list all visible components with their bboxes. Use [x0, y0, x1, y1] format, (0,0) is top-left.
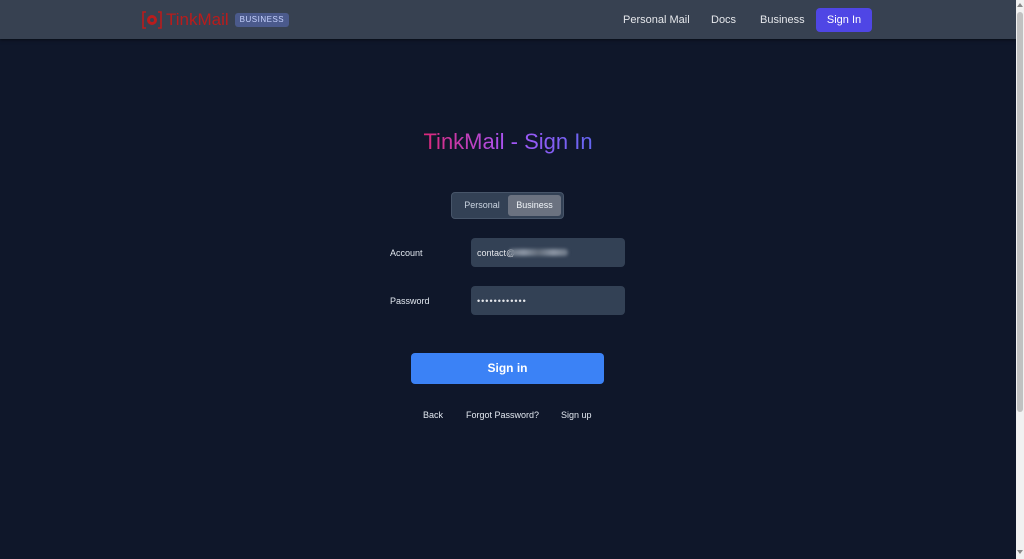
- mail-logo-icon: [142, 11, 162, 29]
- brand-logo[interactable]: TinkMail BUSINESS: [142, 10, 290, 30]
- scroll-down-arrow-icon[interactable]: [1017, 550, 1023, 554]
- page-scrollbar[interactable]: [1016, 0, 1024, 559]
- forgot-password-link[interactable]: Forgot Password?: [466, 409, 539, 421]
- back-link[interactable]: Back: [423, 409, 443, 421]
- toggle-personal[interactable]: Personal: [455, 195, 509, 216]
- business-badge: BUSINESS: [234, 13, 290, 27]
- nav-personal-mail[interactable]: Personal Mail: [623, 8, 690, 32]
- scroll-up-arrow-icon[interactable]: [1017, 3, 1023, 7]
- header-sign-in-button[interactable]: Sign In: [816, 8, 872, 32]
- toggle-business[interactable]: Business: [508, 195, 561, 216]
- scroll-thumb[interactable]: [1017, 12, 1023, 412]
- account-label: Account: [390, 248, 423, 258]
- page-title: TinkMail - Sign In: [423, 129, 593, 154]
- brand-name: TinkMail: [166, 10, 229, 29]
- account-type-toggle: Personal Business: [451, 192, 564, 219]
- sign-up-link[interactable]: Sign up: [561, 409, 592, 421]
- password-input[interactable]: [471, 286, 625, 315]
- password-label: Password: [390, 296, 430, 306]
- redacted-email-domain: [509, 249, 568, 256]
- top-navbar: TinkMail BUSINESS Personal Mail Docs Bus…: [0, 0, 1016, 39]
- nav-business[interactable]: Business: [760, 8, 805, 32]
- nav-docs[interactable]: Docs: [711, 8, 736, 32]
- sign-in-button[interactable]: Sign in: [411, 353, 604, 384]
